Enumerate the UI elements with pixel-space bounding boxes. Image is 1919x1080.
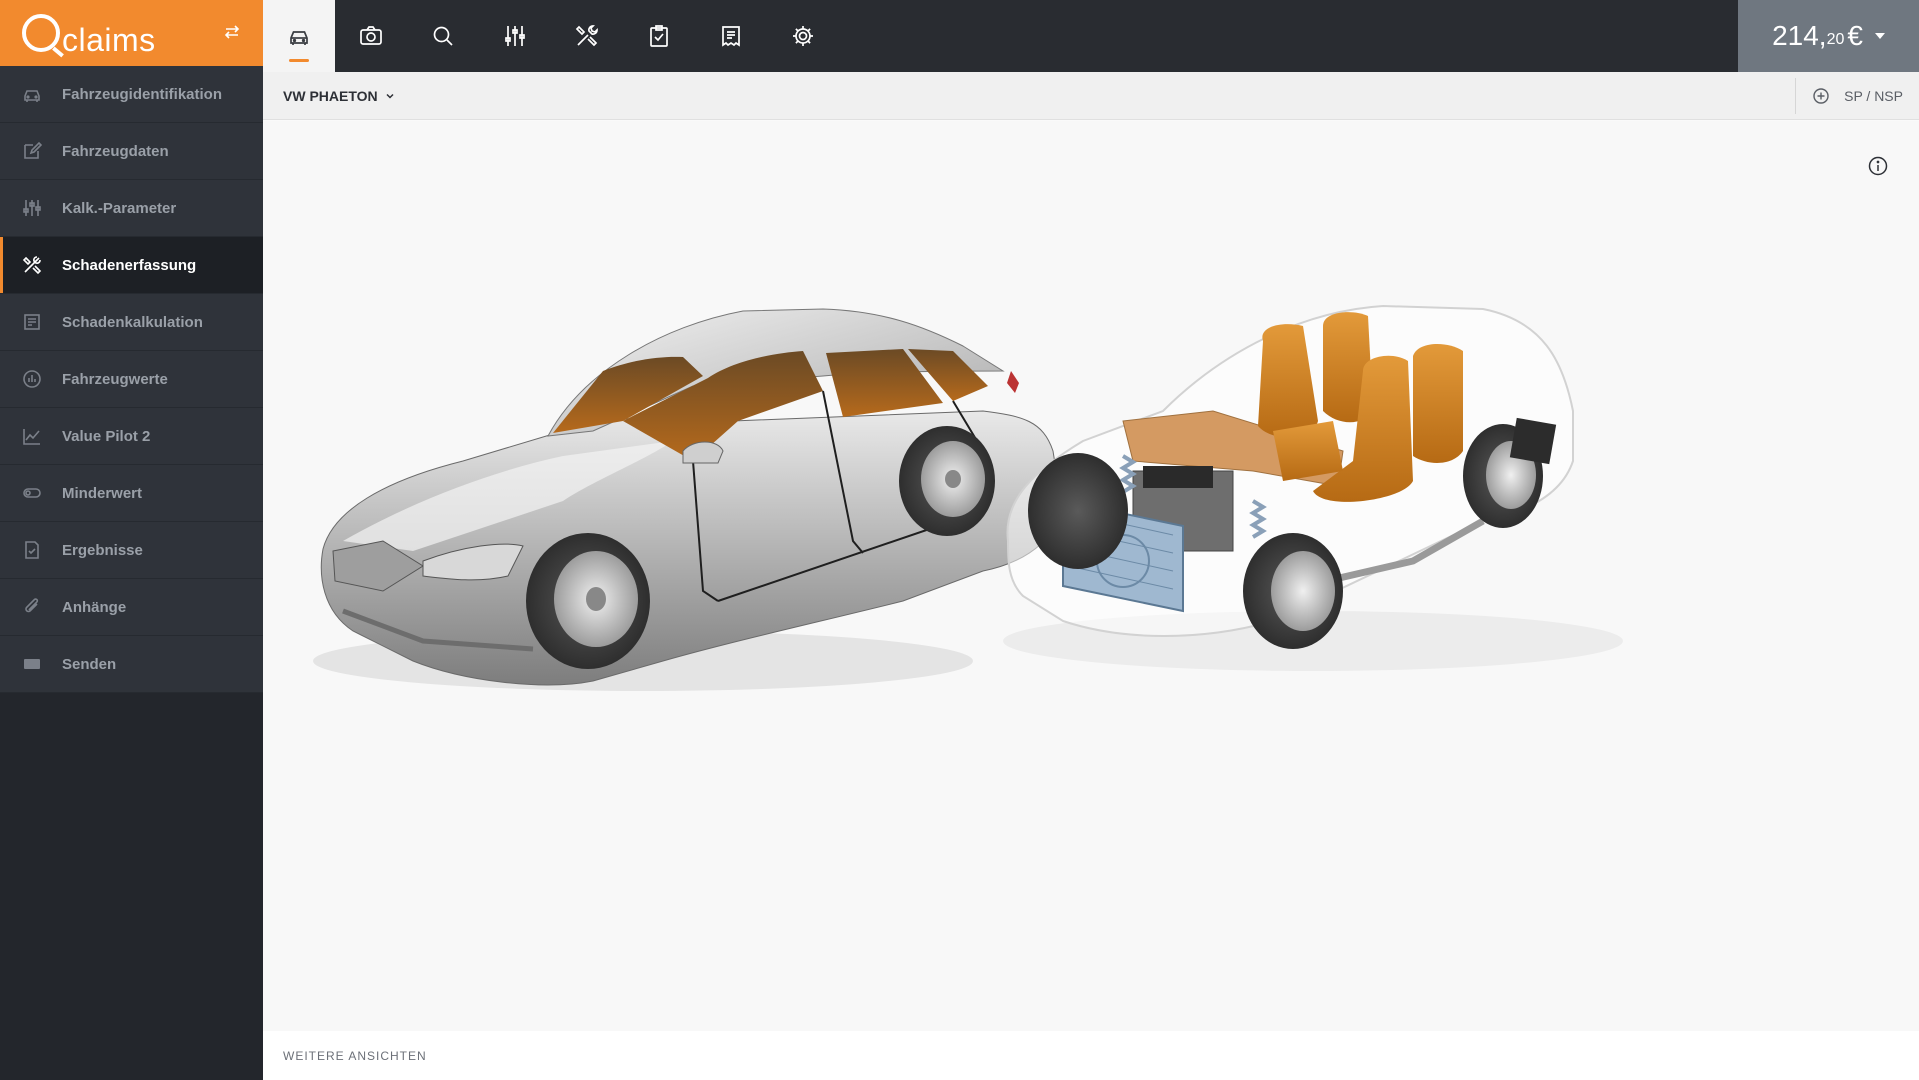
gauge-icon — [22, 369, 42, 389]
tool-parameters[interactable] — [479, 0, 551, 72]
camera-icon — [360, 26, 382, 45]
vehicle-exterior-model[interactable] — [313, 308, 1062, 691]
tool-search[interactable] — [407, 0, 479, 72]
top-toolbar: 214, 20 € — [263, 0, 1919, 72]
vehicle-3d-viewport[interactable] — [263, 121, 1919, 1031]
sidebar: claims Fahrzeugidentifikation Fahrzeugda… — [0, 0, 263, 1080]
vehicle-name: VW PHAETON — [283, 87, 378, 104]
sidebar-item-label: Schadenerfassung — [62, 256, 197, 274]
sidebar-item-label: Fahrzeugidentifikation — [62, 85, 223, 103]
sidebar-item-fahrzeugdaten[interactable]: Fahrzeugdaten — [0, 123, 263, 180]
tool-repair[interactable] — [551, 0, 623, 72]
sliders-icon — [22, 198, 42, 218]
sliders-icon — [505, 26, 525, 46]
tool-vehicle-view[interactable] — [263, 0, 335, 72]
clipboard-check-icon — [650, 25, 668, 47]
tools-icon — [22, 255, 42, 275]
chevron-down-icon — [386, 93, 394, 99]
sidebar-item-fahrzeugidentifikation[interactable]: Fahrzeugidentifikation — [0, 66, 263, 123]
rear-wheel — [899, 426, 995, 536]
more-views-bar[interactable]: WEITERE ANSICHTEN — [263, 1031, 1919, 1080]
depreciation-icon — [22, 483, 42, 503]
tool-camera[interactable] — [335, 0, 407, 72]
sidebar-item-minderwert[interactable]: Minderwert — [0, 465, 263, 522]
tool-invoice[interactable] — [695, 0, 767, 72]
logo-text: claims — [62, 22, 156, 58]
caret-down-icon — [1874, 33, 1885, 39]
sidebar-item-kalk-parameter[interactable]: Kalk.-Parameter — [0, 180, 263, 237]
calculation-icon — [22, 312, 42, 332]
sidebar-item-label: Fahrzeugdaten — [62, 142, 169, 160]
edit-icon — [22, 141, 42, 161]
car-icon — [290, 31, 308, 45]
logo[interactable]: claims — [22, 14, 156, 56]
logo-mark-icon — [22, 14, 60, 52]
sidebar-item-anhaenge[interactable]: Anhänge — [0, 579, 263, 636]
car-icon — [22, 84, 42, 104]
vehicle-scene — [313, 304, 1623, 691]
sidebar-item-label: Fahrzeugwerte — [62, 370, 168, 388]
sp-nsp-label: SP / NSP — [1844, 88, 1903, 104]
sidebar-item-schadenerfassung[interactable]: Schadenerfassung — [0, 237, 263, 294]
xray-front-right-wheel — [1243, 533, 1343, 649]
results-icon — [22, 540, 42, 560]
line-chart-icon — [22, 426, 42, 446]
sidebar-nav: Fahrzeugidentifikation Fahrzeugdaten Kal… — [0, 66, 263, 693]
paperclip-icon — [22, 597, 42, 617]
sidebar-item-fahrzeugwerte[interactable]: Fahrzeugwerte — [0, 351, 263, 408]
vehicle-subheader: VW PHAETON SP / NSP — [263, 72, 1919, 120]
sidebar-item-ergebnisse[interactable]: Ergebnisse — [0, 522, 263, 579]
brand-header: claims — [0, 0, 263, 66]
sidebar-item-label: Kalk.-Parameter — [62, 199, 177, 217]
more-views-label: WEITERE ANSICHTEN — [283, 1048, 427, 1063]
tool-checklist[interactable] — [623, 0, 695, 72]
sidebar-item-schadenkalkulation[interactable]: Schadenkalkulation — [0, 294, 263, 351]
xray-front-left-wheel — [1028, 453, 1128, 569]
receipt-icon — [722, 26, 740, 47]
vehicle-xray-model[interactable] — [1003, 304, 1623, 671]
price-main: 214, — [1772, 20, 1827, 51]
vehicle-select[interactable]: VW PHAETON — [283, 88, 395, 104]
sidebar-item-label: Anhänge — [62, 598, 127, 616]
sidebar-item-label: Schadenkalkulation — [62, 313, 203, 331]
plus-circle-icon — [1813, 88, 1829, 104]
sidebar-item-value-pilot-2[interactable]: Value Pilot 2 — [0, 408, 263, 465]
tool-settings[interactable] — [767, 0, 839, 72]
sidebar-item-senden[interactable]: Senden — [0, 636, 263, 693]
sidebar-item-label: Value Pilot 2 — [62, 427, 151, 445]
search-icon — [433, 26, 453, 46]
sidebar-item-label: Minderwert — [62, 484, 143, 502]
sidebar-item-label: Senden — [62, 655, 117, 673]
front-wheel — [526, 533, 650, 669]
send-icon — [22, 654, 42, 674]
price-cents: 20 — [1826, 31, 1845, 48]
sp-nsp-toggle[interactable]: SP / NSP — [1795, 78, 1919, 114]
tools-icon — [575, 25, 598, 47]
swap-arrows-icon[interactable] — [223, 24, 241, 40]
gear-icon — [793, 26, 813, 46]
sidebar-item-label: Ergebnisse — [62, 541, 143, 559]
total-price-dropdown[interactable]: 214, 20 € — [1738, 0, 1919, 72]
price-currency: € — [1847, 20, 1863, 51]
